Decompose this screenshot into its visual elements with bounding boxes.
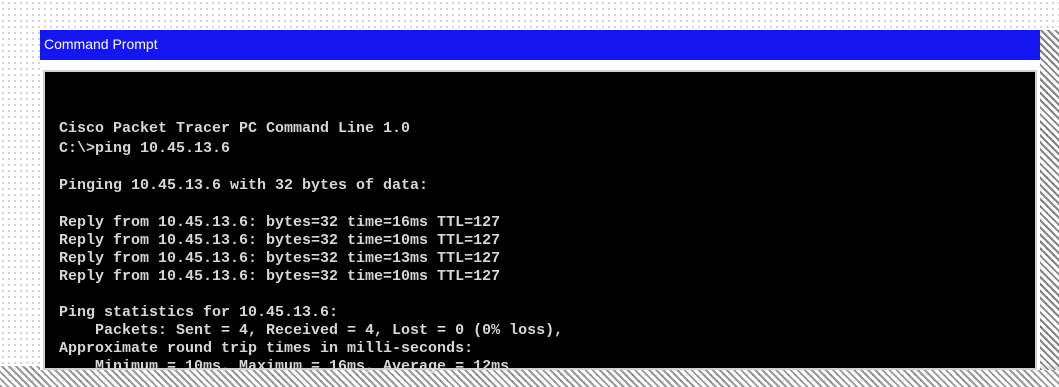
terminal-rtt-header: Approximate round trip times in milli-se… [59, 340, 474, 357]
terminal-command-line: C:\>ping 10.45.13.6 [59, 140, 231, 157]
terminal-output[interactable]: Cisco Packet Tracer PC Command Line 1.0 … [43, 70, 1037, 375]
window-title: Command Prompt [44, 36, 158, 52]
terminal-reply-line: Reply from 10.45.13.6: bytes=32 time=13m… [59, 250, 501, 267]
command-prompt-window: Command Prompt Cisco Packet Tracer PC Co… [40, 30, 1040, 375]
terminal-header-line: Cisco Packet Tracer PC Command Line 1.0 [59, 120, 411, 137]
titlebar-separator [40, 60, 1040, 70]
terminal-rtt-values: Minimum = 10ms, Maximum = 16ms, Average … [59, 358, 510, 375]
window-titlebar[interactable]: Command Prompt [40, 30, 1040, 60]
terminal-pinging-line: Pinging 10.45.13.6 with 32 bytes of data… [59, 177, 429, 194]
terminal-reply-line: Reply from 10.45.13.6: bytes=32 time=10m… [59, 268, 501, 285]
background-band-right [1040, 30, 1059, 370]
terminal-stats-header: Ping statistics for 10.45.13.6: [59, 304, 339, 321]
terminal-reply-line: Reply from 10.45.13.6: bytes=32 time=10m… [59, 232, 501, 249]
terminal-reply-line: Reply from 10.45.13.6: bytes=32 time=16m… [59, 214, 501, 231]
terminal-packets-line: Packets: Sent = 4, Received = 4, Lost = … [59, 322, 564, 339]
